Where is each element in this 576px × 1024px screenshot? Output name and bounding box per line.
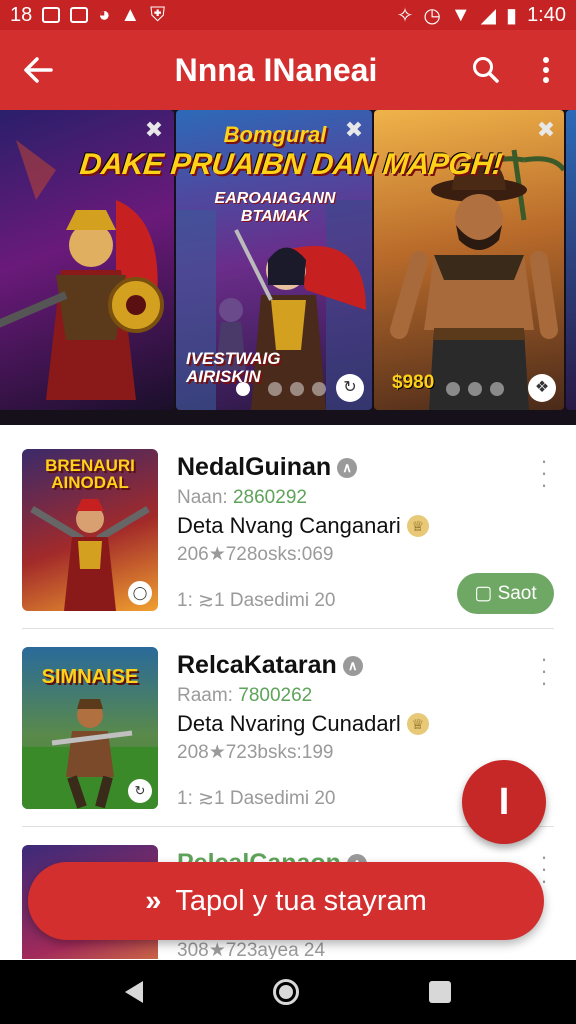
page-dot[interactable] — [268, 382, 282, 396]
game-thumbnail[interactable]: SIMNAISE ↻ — [22, 647, 158, 809]
game-name: RelcaKataran ∧ — [177, 651, 363, 680]
game-stats: 208★723bsks:199 — [177, 742, 334, 763]
game-subtitle: Deta Nvang Canganari — [177, 513, 401, 538]
banner-price: $980 — [392, 372, 435, 393]
battery-icon: ▮ — [506, 4, 518, 27]
game-id-line: Raam: 7800262 — [177, 685, 312, 707]
trophy-icon: ♕ — [406, 515, 429, 537]
circle-app-icon: ◕ — [98, 3, 111, 26]
page-title: Nnna INaneai — [174, 51, 378, 88]
thumbnail-badge-icon: ↻ — [128, 779, 152, 803]
search-icon — [473, 57, 499, 83]
cta-label: Tapol y tua stayram — [175, 885, 427, 917]
shield-icon: ⛨ — [150, 3, 166, 26]
banner-superhead: Bomgural — [223, 122, 327, 147]
status-right: ✧ ◷ ▼ ◢ ▮ 1:40 — [397, 3, 566, 28]
thumbnail-title: SIMNAISE — [41, 666, 139, 688]
nav-recents-icon[interactable] — [429, 981, 451, 1003]
trophy-icon: ♕ — [406, 713, 429, 735]
nav-back-icon[interactable] — [125, 981, 143, 1003]
back-arrow-icon — [24, 57, 53, 83]
game-subtitle: Deta Nvaring Cunadarl — [177, 711, 401, 736]
item-menu-icon[interactable]: · · · — [534, 846, 554, 892]
id-value: 2860292 — [232, 487, 307, 508]
double-chevron-icon: » — [145, 885, 162, 917]
page-dot[interactable] — [312, 382, 326, 396]
banner-slide-4-peek[interactable] — [566, 110, 576, 410]
game-info: 1: ≳1 Dasedimi 20 — [177, 788, 336, 809]
game-name: NedalGuinan ∧ — [177, 453, 358, 482]
overflow-menu-button[interactable] — [516, 30, 576, 110]
item-menu-icon[interactable]: · · · — [534, 450, 554, 496]
page-dot[interactable] — [490, 382, 504, 396]
search-button[interactable] — [456, 30, 516, 110]
notification-icon — [70, 7, 89, 23]
more-vert-icon — [543, 57, 549, 83]
game-name-text: RelcaKataran — [177, 651, 337, 679]
banner-subhead: EAROAIAGANN BTAMAK — [214, 190, 336, 225]
banner-tag: IVESTWAIG AIRISKIN — [186, 349, 281, 386]
page-dot[interactable] — [468, 382, 482, 396]
pin-icon[interactable]: ✖ — [534, 118, 558, 142]
game-subtitle-line: Deta Nvaring Cunadarl ♕ — [177, 711, 429, 737]
nav-home-dot — [279, 985, 293, 999]
verified-icon: ∧ — [337, 458, 358, 478]
game-stats: 308★723ayea 24 — [177, 940, 326, 959]
game-name-text: NedalGuinan — [177, 453, 332, 481]
list-item[interactable]: BRENAURI AINODAL ◯ NedalGuinan ∧ Naan: 28… — [0, 425, 576, 629]
floating-action-button[interactable]: I — [462, 760, 546, 844]
wifi-icon: ▼ — [450, 3, 471, 26]
thumbnail-title: BRENAURI AINODAL — [45, 456, 135, 492]
message-icon — [42, 7, 61, 23]
id-label: Raam: — [177, 685, 233, 706]
item-menu-icon[interactable]: · · · — [534, 648, 554, 694]
save-button[interactable]: ▢ Saot — [457, 573, 554, 614]
page-dot[interactable] — [290, 382, 304, 396]
signal-icon: ◢ — [480, 4, 497, 27]
id-label: Naan: — [177, 487, 228, 508]
page-dot-active[interactable] — [236, 382, 250, 396]
save-button-label: Saot — [497, 583, 537, 604]
verified-icon: ∧ — [342, 656, 363, 676]
clock: 1:40 — [527, 3, 566, 26]
cap-icon: ▲ — [120, 3, 141, 26]
game-subtitle-line: Deta Nvang Canganari ♕ — [177, 513, 429, 539]
refresh-icon[interactable]: ↻ — [336, 374, 364, 402]
badge-icon[interactable]: ❖ — [528, 374, 556, 402]
status-bar: 18 ◕ ▲ ⛨ ✧ ◷ ▼ ◢ ▮ 1:40 — [0, 0, 576, 30]
thumbnail-badge-icon: ◯ — [128, 581, 152, 605]
pin-icon[interactable]: ✖ — [142, 118, 166, 142]
page-dot[interactable] — [446, 382, 460, 396]
game-id-line: Naan: 2860292 — [177, 487, 307, 509]
back-button[interactable] — [0, 30, 76, 110]
mute-icon: ✧ — [396, 4, 414, 27]
id-value: 7800262 — [238, 685, 313, 706]
nav-home-icon[interactable] — [273, 979, 299, 1005]
system-nav-bar — [0, 960, 576, 1024]
game-info: 1: ≳1 Dasedimi 20 — [177, 590, 336, 611]
status-left: 18 ◕ ▲ ⛨ — [10, 4, 165, 27]
primary-cta-button[interactable]: » Tapol y tua stayram — [28, 862, 544, 940]
banner-headline: DAKE PRUAIBN DAN MAPGH! — [78, 148, 504, 181]
game-thumbnail[interactable]: BRENAURI AINODAL ◯ — [22, 449, 158, 611]
game-stats: 206★728osks:069 — [177, 544, 334, 565]
bag-icon: ▢ — [474, 583, 493, 604]
banner-carousel[interactable]: ✖ ✖ ✖ Bomgural DAKE PRUAIBN DAN MAPGH! E… — [0, 110, 576, 425]
status-number: 18 — [10, 3, 33, 26]
alarm-icon: ◷ — [423, 4, 441, 27]
app-bar: Nnna INaneai — [0, 30, 576, 110]
